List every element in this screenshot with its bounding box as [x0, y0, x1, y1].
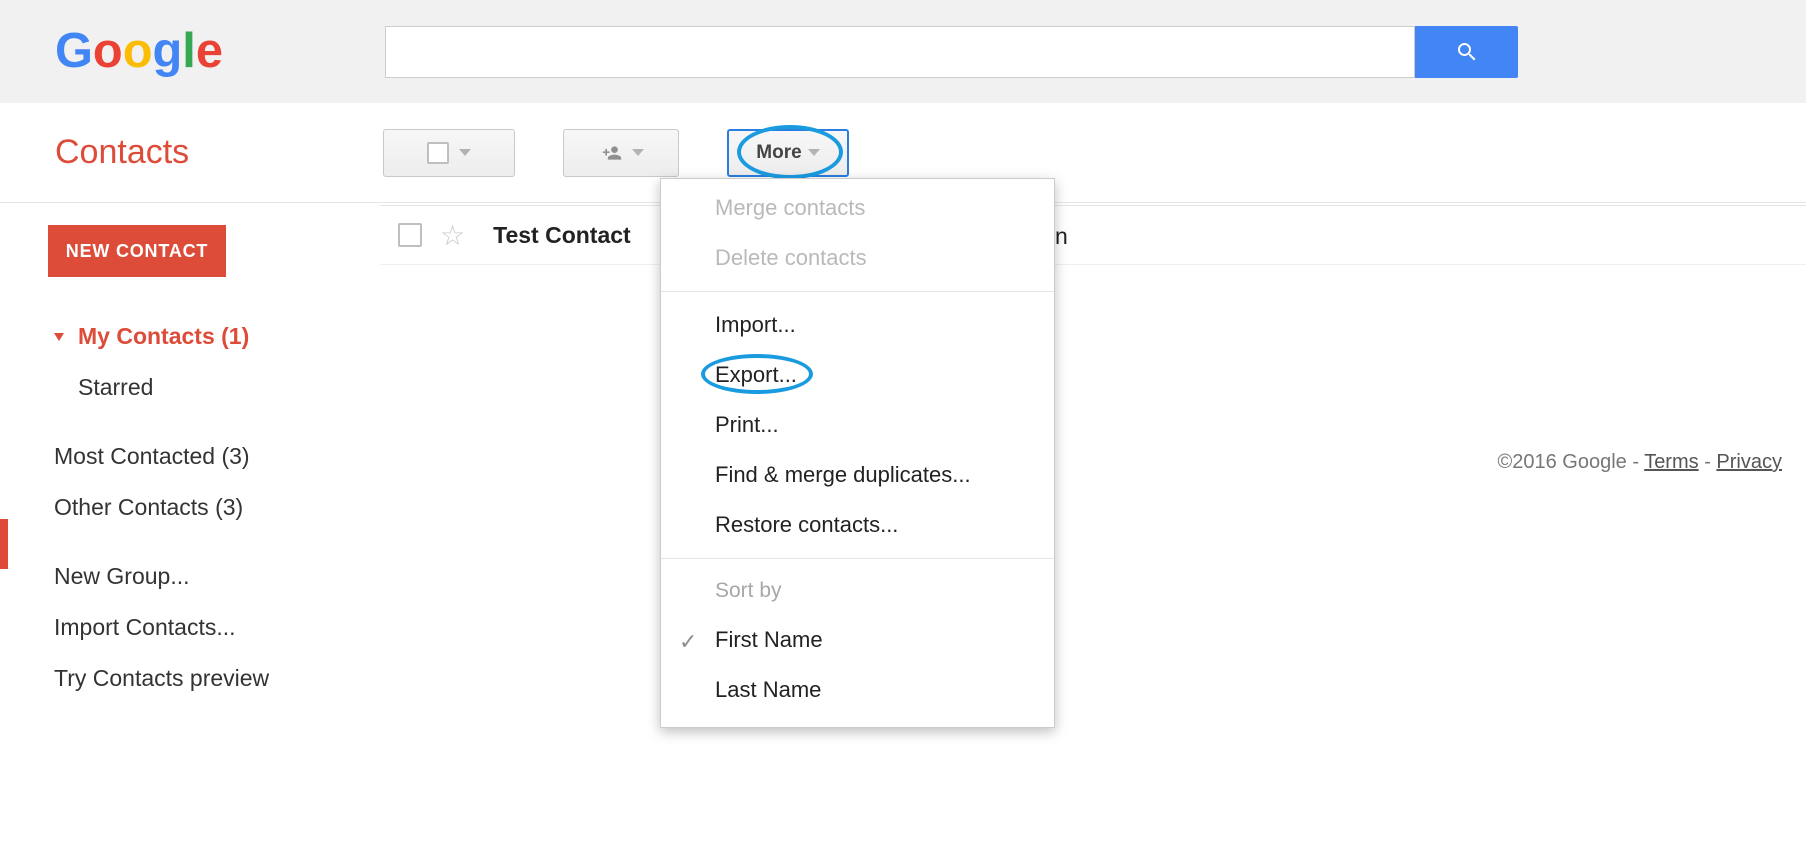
sidebar: NEW CONTACT My Contacts (1) Starred Most… [0, 203, 380, 704]
sidebar-item-try-preview[interactable]: Try Contacts preview [0, 653, 380, 704]
menu-item-restore[interactable]: Restore contacts... [661, 500, 1054, 550]
search-input[interactable] [385, 26, 1415, 78]
sidebar-item-my-contacts[interactable]: My Contacts (1) [0, 311, 380, 362]
sidebar-item-most-contacted[interactable]: Most Contacted (3) [0, 431, 380, 482]
footer-copyright: ©2016 Google [1497, 451, 1626, 473]
chevron-down-icon [808, 149, 820, 156]
menu-item-merge-contacts: Merge contacts [661, 183, 1054, 233]
sidebar-list: My Contacts (1) Starred Most Contacted (… [0, 311, 380, 704]
menu-separator [661, 558, 1054, 559]
contact-name: Test Contact [493, 222, 631, 249]
more-dropdown-menu: Merge contacts Delete contacts Import...… [660, 178, 1055, 728]
sidebar-active-indicator [0, 519, 8, 569]
header-bar: Google [0, 0, 1806, 103]
menu-item-sort-first-name[interactable]: ✓ First Name [661, 615, 1054, 665]
row-checkbox[interactable] [398, 223, 422, 247]
menu-item-print[interactable]: Print... [661, 400, 1054, 450]
more-label: More [756, 142, 801, 164]
sidebar-item-other-contacts[interactable]: Other Contacts (3) [0, 482, 380, 533]
svg-text:Google: Google [55, 24, 223, 78]
footer-privacy-link[interactable]: Privacy [1716, 451, 1782, 473]
sidebar-item-new-group[interactable]: New Group... [0, 551, 380, 602]
email-fragment: n [1055, 223, 1068, 250]
chevron-down-icon [632, 149, 644, 156]
menu-item-label: Export... [715, 362, 797, 387]
chevron-down-icon [459, 149, 471, 156]
new-contact-button[interactable]: NEW CONTACT [48, 225, 226, 277]
sidebar-item-starred[interactable]: Starred [0, 362, 380, 413]
menu-item-delete-contacts: Delete contacts [661, 233, 1054, 283]
footer: ©2016 Google - Terms - Privacy [1497, 451, 1782, 474]
add-to-group-dropdown[interactable] [563, 129, 679, 177]
sidebar-item-label: My Contacts (1) [78, 323, 249, 350]
menu-item-find-merge[interactable]: Find & merge duplicates... [661, 450, 1054, 500]
search-button[interactable] [1415, 26, 1518, 78]
checkmark-icon: ✓ [679, 629, 697, 655]
google-logo[interactable]: Google [55, 22, 225, 82]
menu-item-import[interactable]: Import... [661, 300, 1054, 350]
main-panel: ☆ Test Contact n Merge contacts Delete c… [380, 203, 1806, 704]
select-all-dropdown[interactable] [383, 129, 515, 177]
more-dropdown-button[interactable]: More [727, 129, 849, 177]
menu-item-sort-last-name[interactable]: Last Name [661, 665, 1054, 715]
sidebar-item-import-contacts[interactable]: Import Contacts... [0, 602, 380, 653]
triangle-down-icon [54, 333, 64, 341]
app-title[interactable]: Contacts [55, 133, 355, 172]
search-wrap [385, 26, 1518, 78]
footer-terms-link[interactable]: Terms [1644, 451, 1698, 473]
menu-separator [661, 291, 1054, 292]
checkbox-icon [427, 142, 449, 164]
contact-row[interactable]: ☆ Test Contact [380, 205, 1806, 265]
star-icon[interactable]: ☆ [440, 219, 465, 252]
toolbar: More [383, 129, 849, 177]
person-add-icon [598, 143, 626, 163]
menu-item-export[interactable]: Export... [661, 350, 1054, 400]
body: NEW CONTACT My Contacts (1) Starred Most… [0, 203, 1806, 704]
menu-sort-by-label: Sort by [661, 567, 1054, 615]
menu-item-label: First Name [715, 627, 823, 652]
search-icon [1455, 40, 1479, 64]
